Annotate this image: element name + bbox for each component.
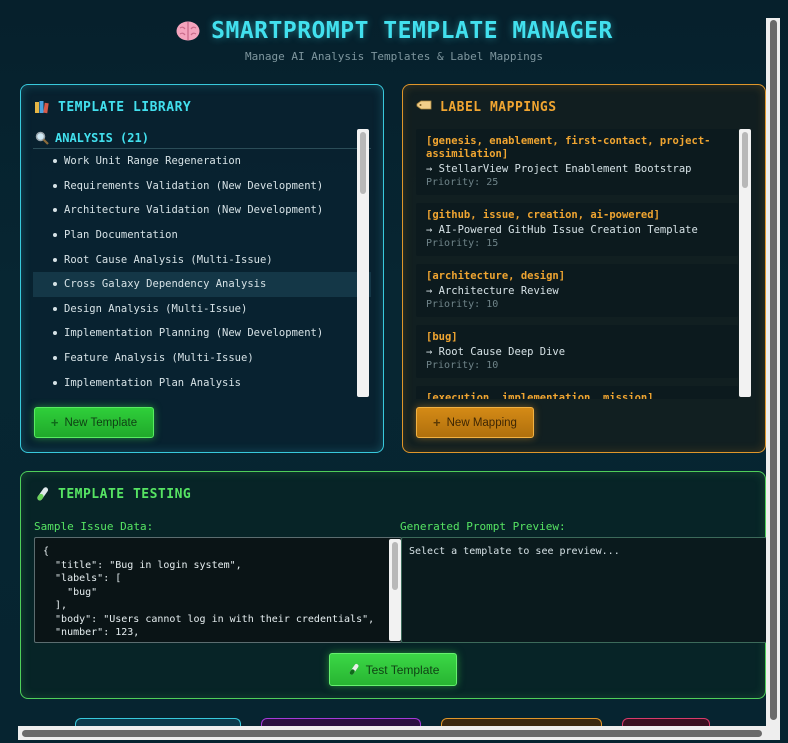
test-tube-icon xyxy=(349,664,359,675)
template-list-item-label: Implementation Plan Analysis xyxy=(64,376,242,389)
mapping-priority: Priority: 10 xyxy=(426,360,499,371)
sample-data-label: Sample Issue Data: xyxy=(34,520,154,533)
sample-data-scrollbar[interactable] xyxy=(389,539,401,641)
template-list-item-label: Requirements Validation (New Development… xyxy=(64,179,324,192)
template-list-item[interactable]: Implementation Planning (New Development… xyxy=(33,321,371,346)
template-list-item[interactable]: Cross Galaxy Dependency Analysis xyxy=(33,271,371,297)
mapping-priority: Priority: 25 xyxy=(426,177,499,188)
mapping-card[interactable]: [architecture, design] → Architecture Rev… xyxy=(416,264,738,317)
sample-data-scroll-thumb[interactable] xyxy=(392,542,398,590)
bullet-icon xyxy=(53,306,57,311)
page-title-text: SMARTPROMPT TEMPLATE MANAGER xyxy=(211,18,613,44)
template-testing-title-text: TEMPLATE TESTING xyxy=(58,486,192,502)
mapping-list-scroll-thumb[interactable] xyxy=(742,132,748,188)
bullet-icon xyxy=(53,159,57,164)
mapping-target: → AI-Powered GitHub Issue Creation Templ… xyxy=(426,224,698,236)
page-vertical-scroll-thumb[interactable] xyxy=(770,20,777,720)
template-list-item[interactable]: Implementation Plan Analysis xyxy=(33,370,371,395)
magnifier-icon xyxy=(35,131,49,145)
template-list-item[interactable]: Plan Documentation xyxy=(33,223,371,248)
prompt-preview-text: Select a template to see preview... xyxy=(409,546,620,557)
label-mappings-panel: LABEL MAPPINGS [genesis, enablement, fir… xyxy=(402,84,766,453)
template-list-item[interactable]: Feature Analysis (Multi-Issue) xyxy=(33,346,371,371)
template-list-item[interactable]: Requirements Validation (New Development… xyxy=(33,174,371,199)
page-horizontal-scrollbar[interactable] xyxy=(18,726,780,740)
plus-icon: + xyxy=(50,415,59,430)
template-list-item[interactable]: Work Unit Range Regeneration xyxy=(33,149,371,174)
bullet-icon xyxy=(53,257,57,262)
label-mappings-title: LABEL MAPPINGS xyxy=(416,99,557,115)
template-list-scroll-thumb[interactable] xyxy=(360,132,366,194)
mapping-card[interactable]: [genesis, enablement, first-contact, pro… xyxy=(416,129,738,195)
template-list-item-label: Plan Documentation xyxy=(64,229,178,242)
bullet-icon xyxy=(53,282,57,287)
page-vertical-scrollbar[interactable] xyxy=(766,18,780,726)
test-template-label: Test Template xyxy=(365,662,440,677)
page-header: SMARTPROMPT TEMPLATE MANAGER Manage AI A… xyxy=(0,18,788,63)
label-mappings-title-text: LABEL MAPPINGS xyxy=(440,99,557,115)
mapping-labels: [bug] xyxy=(426,331,458,343)
new-mapping-button[interactable]: + New Mapping xyxy=(416,407,534,438)
category-label: ANALYSIS (21) xyxy=(55,130,149,145)
template-list-scrollbar[interactable] xyxy=(357,129,369,397)
mapping-priority: Priority: 15 xyxy=(426,238,499,249)
template-list-item-label: Work Unit Range Regeneration xyxy=(64,155,242,168)
bullet-icon xyxy=(53,331,57,336)
page-horizontal-scroll-thumb[interactable] xyxy=(22,730,762,737)
bullet-icon xyxy=(53,380,57,385)
mapping-target: → Architecture Review xyxy=(426,285,559,297)
new-mapping-label: New Mapping xyxy=(446,416,517,429)
mapping-card[interactable]: [bug] → Root Cause Deep Dive Priority: 10 xyxy=(416,325,738,378)
template-list-item-label: Design Analysis (Multi-Issue) xyxy=(64,302,248,315)
label-tag-icon xyxy=(416,100,432,110)
bullet-icon xyxy=(53,233,57,238)
template-list-item-label: Implementation Planning (New Development… xyxy=(64,327,324,340)
mapping-priority: Priority: 10 xyxy=(426,299,499,310)
bullet-icon xyxy=(53,208,57,213)
page-title: SMARTPROMPT TEMPLATE MANAGER xyxy=(175,18,613,44)
template-testing-title: TEMPLATE TESTING xyxy=(34,486,191,502)
mapping-labels: [execution, implementation, mission] xyxy=(426,392,654,399)
mapping-list[interactable]: [genesis, enablement, first-contact, pro… xyxy=(416,129,738,399)
template-library-title: TEMPLATE LIBRARY xyxy=(34,99,191,115)
template-list[interactable]: ANALYSIS (21) Work Unit Range Regenerati… xyxy=(33,127,371,397)
template-list-item-label: Root Cause Analysis (Multi-Issue) xyxy=(64,253,273,266)
template-library-title-text: TEMPLATE LIBRARY xyxy=(58,99,192,115)
mapping-card[interactable]: [github, issue, creation, ai-powered] → A… xyxy=(416,203,738,256)
bullet-icon xyxy=(53,183,57,188)
test-tube-icon xyxy=(37,487,49,501)
mapping-card[interactable]: [execution, implementation, mission] xyxy=(416,386,738,399)
mapping-target: → Root Cause Deep Dive xyxy=(426,346,566,358)
preview-label: Generated Prompt Preview: xyxy=(400,520,566,533)
template-list-item[interactable]: Root Cause Analysis (Multi-Issue) xyxy=(33,247,371,272)
template-library-panel: TEMPLATE LIBRARY ANALYSIS (21) Work Unit… xyxy=(20,84,384,453)
sample-data-text[interactable]: { "title": "Bug in login system", "label… xyxy=(35,538,401,642)
template-list-item-label: Cross Galaxy Dependency Analysis xyxy=(64,278,267,291)
new-template-label: New Template xyxy=(64,416,138,429)
template-testing-panel: TEMPLATE TESTING Sample Issue Data: Gene… xyxy=(20,471,767,699)
new-template-button[interactable]: + New Template xyxy=(34,407,154,438)
brain-icon xyxy=(176,21,200,41)
page-subtitle: Manage AI Analysis Templates & Label Map… xyxy=(244,50,543,63)
template-list-item-label: Feature Analysis (Multi-Issue) xyxy=(64,352,254,365)
category-analysis[interactable]: ANALYSIS (21) xyxy=(33,127,371,149)
test-template-button[interactable]: Test Template xyxy=(329,653,457,686)
bullet-icon xyxy=(53,356,57,361)
prompt-preview: Select a template to see preview... xyxy=(401,537,767,643)
template-list-item[interactable]: Architecture Validation (New Development… xyxy=(33,198,371,223)
mapping-list-scrollbar[interactable] xyxy=(739,129,751,397)
mapping-labels: [genesis, enablement, first-contact, pro… xyxy=(426,135,711,160)
books-icon xyxy=(35,101,49,114)
mapping-labels: [architecture, design] xyxy=(426,270,566,282)
template-list-item[interactable]: Design Analysis (Multi-Issue) xyxy=(33,297,371,322)
mapping-labels: [github, issue, creation, ai-powered] xyxy=(426,209,660,221)
plus-icon: + xyxy=(433,415,441,430)
mapping-target: → StellarView Project Enablement Bootstr… xyxy=(426,163,692,175)
template-list-item-label: Architecture Validation (New Development… xyxy=(64,204,324,217)
sample-data-input[interactable]: { "title": "Bug in login system", "label… xyxy=(34,537,402,643)
